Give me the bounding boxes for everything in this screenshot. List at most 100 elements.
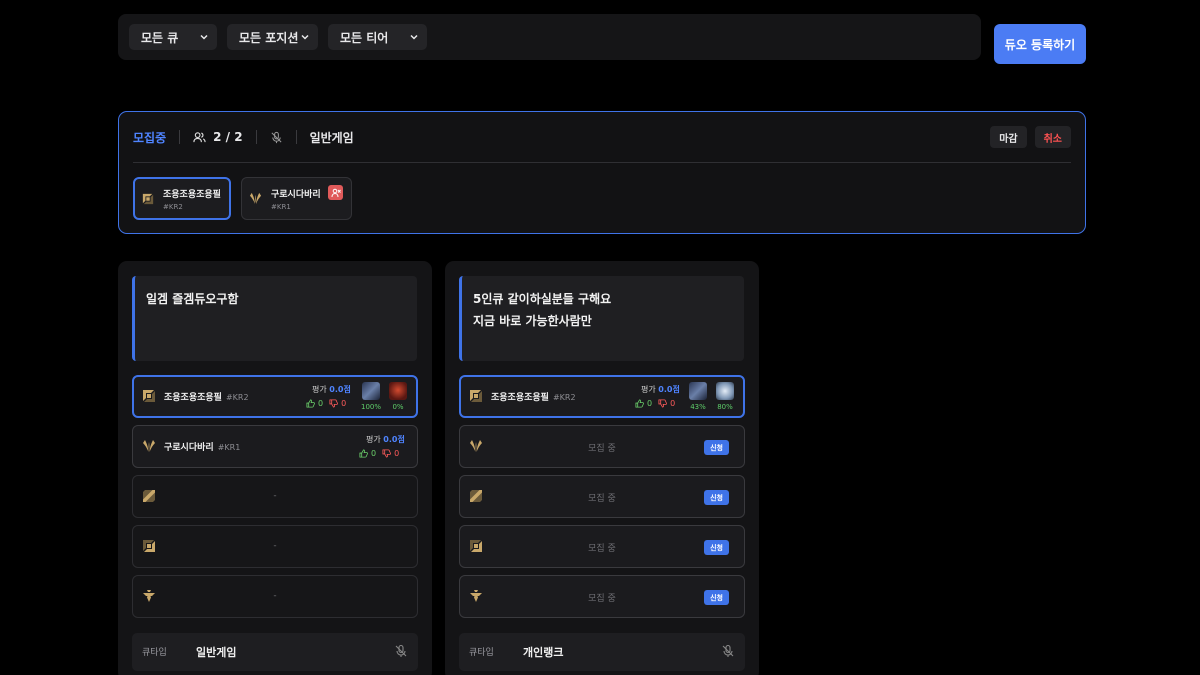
apply-button[interactable]: 신청 xyxy=(704,490,729,505)
chevron-down-icon xyxy=(410,34,418,40)
slot-player-name: 구로시다바리 #KR1 xyxy=(164,440,240,453)
apply-button[interactable]: 신청 xyxy=(704,540,729,555)
member-chip[interactable]: 구로시다바리 #KR1 xyxy=(241,177,352,220)
filter-bar: 모든 큐 모든 포지션 모든 티어 xyxy=(118,14,981,60)
member-name: 구로시다바리 xyxy=(271,189,321,200)
player-rating: 평가 0.0점 xyxy=(312,384,351,395)
active-post-actions: 마감 취소 xyxy=(990,126,1071,148)
slot-support: - xyxy=(132,575,418,618)
duo-post-card: 5인큐 같이하실분들 구해요 지금 바로 가능한사람만 조용조용조용필 #KR2 … xyxy=(445,261,759,675)
mic-off-icon xyxy=(722,644,734,657)
player-rating: 평가 0.0점 xyxy=(641,384,680,395)
slot-empty-text: - xyxy=(273,541,277,551)
my-active-post: 모집중 2 / 2 일반게임 마감 취소 조용조용조용필 #KR2 구로시다바리 xyxy=(118,111,1086,234)
slot-top[interactable]: 조용조용조용필 #KR2 평가 0.0점 0 0 100% 0% xyxy=(132,375,418,418)
member-tag: #KR1 xyxy=(271,202,291,211)
user-remove-icon xyxy=(331,188,341,197)
queue-filter-label: 모든 큐 xyxy=(141,30,179,45)
jungle-position-icon xyxy=(143,440,155,452)
champion-winrate: 43% xyxy=(690,403,706,411)
champion-winrate: 80% xyxy=(717,403,733,411)
post-description-line: 5인큐 같이하실분들 구해요 xyxy=(473,292,612,306)
champion-icon xyxy=(689,382,707,400)
divider xyxy=(295,130,297,144)
mic-off-icon xyxy=(271,131,282,143)
dislike-count: 0 xyxy=(658,399,675,408)
rating-value: 0.0점 xyxy=(658,385,680,394)
slot-top[interactable]: 조용조용조용필 #KR2 평가 0.0점 0 0 43% 80% xyxy=(459,375,745,418)
member-chip[interactable]: 조용조용조용필 #KR2 xyxy=(133,177,231,220)
divider xyxy=(255,130,257,144)
player-votes: 0 0 xyxy=(359,449,399,458)
slot-support: 모집 중 신청 xyxy=(459,575,745,618)
chevron-down-icon xyxy=(200,34,208,40)
like-count: 0 xyxy=(359,449,376,458)
slot-empty-text: - xyxy=(273,491,277,501)
queue-filter-select[interactable]: 모든 큐 xyxy=(129,24,217,50)
tier-filter-label: 모든 티어 xyxy=(340,30,389,45)
thumbs-up-icon xyxy=(359,449,368,458)
active-queue-type: 일반게임 xyxy=(309,130,354,145)
champion-winrate: 0% xyxy=(392,403,404,411)
post-description: 5인큐 같이하실분들 구해요 지금 바로 가능한사람만 xyxy=(459,276,744,361)
champion-icon xyxy=(362,382,380,400)
champion-icon xyxy=(389,382,407,400)
jungle-position-icon xyxy=(249,192,262,205)
kick-member-button[interactable] xyxy=(328,185,343,200)
apply-button[interactable]: 신청 xyxy=(704,440,729,455)
top-position-icon xyxy=(143,390,155,402)
queue-type-value: 개인랭크 xyxy=(523,646,564,659)
slot-bottom: 모집 중 신청 xyxy=(459,525,745,568)
slot-jungle: 모집 중 신청 xyxy=(459,425,745,468)
close-post-button[interactable]: 마감 xyxy=(990,126,1027,148)
slot-bottom: - xyxy=(132,525,418,568)
player-name: 조용조용조용필 xyxy=(164,393,222,403)
like-value: 0 xyxy=(371,449,377,458)
active-post-header: 모집중 2 / 2 일반게임 마감 취소 xyxy=(133,126,1071,148)
position-filter-select[interactable]: 모든 포지션 xyxy=(227,24,318,50)
post-description-line: 일겜 즐겜듀오구함 xyxy=(146,292,239,306)
dislike-value: 0 xyxy=(341,399,347,408)
player-votes: 0 0 xyxy=(306,399,346,408)
rating-label: 평가 xyxy=(641,385,656,394)
player-rating: 평가 0.0점 xyxy=(366,434,405,445)
dislike-value: 0 xyxy=(670,399,676,408)
queue-type-row: 큐타입 개인랭크 xyxy=(459,633,745,671)
active-member-list: 조용조용조용필 #KR2 구로시다바리 #KR1 xyxy=(133,177,352,220)
tier-filter-select[interactable]: 모든 티어 xyxy=(328,24,427,50)
apply-button[interactable]: 신청 xyxy=(704,590,729,605)
member-name: 조용조용조용필 xyxy=(163,189,221,200)
rating-label: 평가 xyxy=(366,435,381,444)
player-tag: #KR2 xyxy=(225,393,249,402)
queue-type-label: 큐타입 xyxy=(142,648,167,658)
dislike-count: 0 xyxy=(329,399,346,408)
slot-mid: - xyxy=(132,475,418,518)
like-value: 0 xyxy=(647,399,653,408)
player-name: 구로시다바리 xyxy=(164,443,214,453)
queue-type-label: 큐타입 xyxy=(469,648,494,658)
slot-jungle[interactable]: 구로시다바리 #KR1 평가 0.0점 0 0 xyxy=(132,425,418,468)
thumbs-down-icon xyxy=(329,399,338,408)
users-icon xyxy=(193,131,206,142)
like-count: 0 xyxy=(306,399,323,408)
slot-player-name: 조용조용조용필 #KR2 xyxy=(491,390,576,403)
champion-winrate: 100% xyxy=(360,403,381,411)
rating-label: 평가 xyxy=(312,385,327,394)
like-count: 0 xyxy=(635,399,652,408)
slot-recruiting-text: 모집 중 xyxy=(588,444,616,454)
member-info: 구로시다바리 #KR1 xyxy=(271,187,321,211)
top-position-icon xyxy=(142,193,154,204)
register-duo-button[interactable]: 듀오 등록하기 xyxy=(994,24,1086,64)
queue-type-value: 일반게임 xyxy=(196,646,237,659)
cancel-post-button[interactable]: 취소 xyxy=(1034,126,1071,148)
slot-mid: 모집 중 신청 xyxy=(459,475,745,518)
top-position-icon xyxy=(470,390,482,402)
member-tag: #KR2 xyxy=(163,202,183,211)
rating-value: 0.0점 xyxy=(329,385,351,394)
slot-recruiting-text: 모집 중 xyxy=(588,594,616,604)
divider xyxy=(133,162,1071,163)
thumbs-up-icon xyxy=(635,399,644,408)
dislike-count: 0 xyxy=(382,449,399,458)
thumbs-up-icon xyxy=(306,399,315,408)
champion-icon xyxy=(716,382,734,400)
